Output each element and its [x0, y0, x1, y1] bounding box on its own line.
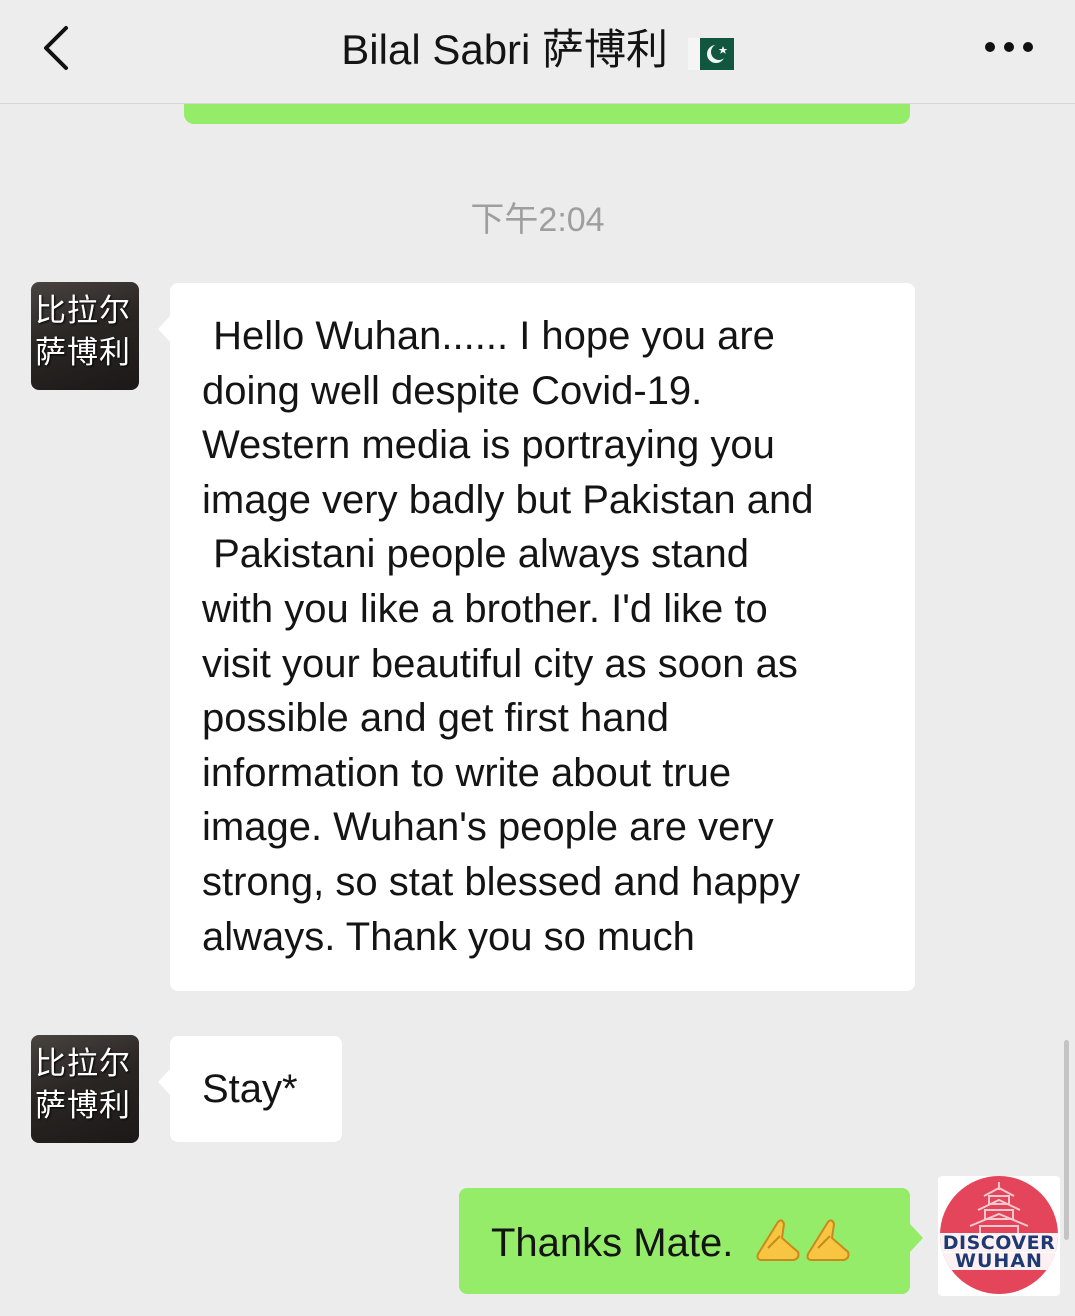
- discover-wuhan-logo: DISCOVER WUHAN: [940, 1176, 1058, 1294]
- bubble-tail: [158, 315, 171, 343]
- logo-text: WUHAN: [940, 1252, 1058, 1271]
- message-line: Pakistani people always stand: [202, 532, 749, 577]
- chat-header: Bilal Sabri 萨博利: [0, 0, 1075, 104]
- more-dots-icon: [985, 42, 995, 52]
- message-text: Stay*: [202, 1067, 298, 1111]
- contact-avatar[interactable]: 比拉尔 萨博利: [31, 1035, 139, 1143]
- scrollbar[interactable]: [1064, 1040, 1069, 1240]
- message-line: always. Thank you so much: [202, 914, 695, 959]
- message-timestamp: 下午2:04: [470, 201, 605, 239]
- message-line: Hello Wuhan...... I hope you are: [202, 314, 775, 358]
- avatar-caption: 比拉尔 萨博利: [35, 1046, 131, 1124]
- message-line: visit your beautiful city as soon as: [202, 641, 798, 686]
- message-line: information to write about true: [202, 750, 732, 795]
- more-options-button[interactable]: [981, 38, 1037, 60]
- pakistan-flag-icon: [687, 38, 734, 70]
- my-avatar[interactable]: DISCOVER WUHAN: [938, 1176, 1060, 1296]
- incoming-message-bubble[interactable]: Stay*: [158, 1036, 342, 1142]
- message-line: Western media is portraying you: [202, 423, 775, 468]
- avatar-caption: 比拉尔 萨博利: [35, 293, 131, 371]
- previous-message-bubble[interactable]: [184, 104, 910, 124]
- message-line: with you like a brother. I'd like to: [202, 586, 768, 631]
- pagoda-icon: [969, 1182, 1029, 1236]
- chat-title: Bilal Sabri 萨博利: [341, 26, 669, 73]
- bubble-tail: [158, 1068, 171, 1096]
- incoming-message-bubble[interactable]: Hello Wuhan...... I hope you are doing w…: [158, 283, 915, 991]
- message-line: image. Wuhan's people are very: [202, 805, 774, 850]
- outgoing-message-bubble[interactable]: Thanks Mate.: [459, 1188, 923, 1294]
- more-dots-icon: [1023, 42, 1033, 52]
- more-dots-icon: [1004, 42, 1014, 52]
- bubble-tail: [910, 1224, 923, 1252]
- folded-hands-icon: [756, 1219, 850, 1261]
- message-line: image very badly but Pakistan and: [202, 477, 814, 522]
- message-text: Thanks Mate.: [491, 1221, 734, 1265]
- contact-avatar[interactable]: 比拉尔 萨博利: [31, 282, 139, 390]
- message-line: doing well despite Covid-19.: [202, 368, 703, 413]
- message-line: strong, so stat blessed and happy: [202, 859, 801, 904]
- chat-title-wrap: Bilal Sabri 萨博利: [0, 24, 1075, 76]
- message-line: possible and get first hand: [202, 696, 669, 741]
